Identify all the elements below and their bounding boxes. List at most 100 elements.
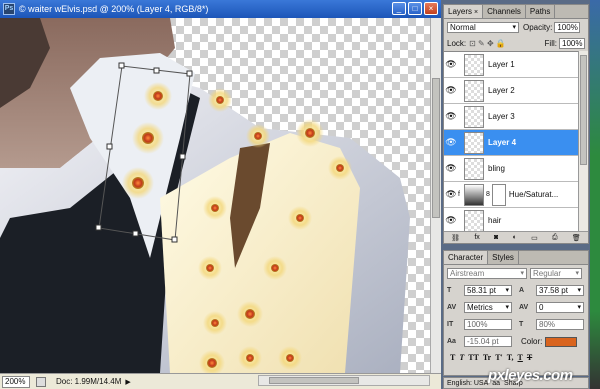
canvas-vertical-scrollbar[interactable] [430, 18, 441, 373]
layer-row[interactable]: 👁 bling [444, 156, 578, 182]
layer-name: Hue/Saturat... [508, 190, 559, 199]
eye-icon[interactable]: 👁 [444, 111, 458, 122]
eye-icon[interactable]: 👁 [444, 215, 458, 226]
layer-name: hair [488, 216, 502, 225]
tab-paths[interactable]: Paths [526, 5, 556, 18]
tab-channels[interactable]: Channels [483, 5, 526, 18]
layer-name: bling [488, 164, 505, 173]
photoshop-icon: Ps [3, 3, 15, 15]
chain-icon: 8 [486, 191, 490, 198]
kerning-row: AV Metrics AV 0 [444, 299, 588, 316]
zoom-field[interactable]: 200% [2, 375, 30, 388]
horizontal-scale-field[interactable]: 80% [536, 319, 584, 330]
tab-layers[interactable]: Layers × [444, 5, 484, 18]
font-row: Airstream Regular [444, 265, 588, 282]
document-window: Ps © waiter wElvis.psd @ 200% (Layer 4, … [0, 0, 441, 389]
all-caps-button[interactable]: TT [468, 353, 479, 362]
eye-icon[interactable]: 👁 [444, 163, 458, 174]
link-layers-icon[interactable]: ⛓ [451, 234, 460, 242]
layer-row-selected[interactable]: 👁 Layer 4 [444, 130, 578, 156]
tab-label: Styles [492, 253, 514, 262]
lock-icons[interactable]: ⊡ ✎ ✥ 🔒 [469, 39, 506, 48]
leading-icon: A [519, 287, 525, 294]
character-panel-tabs: Character Styles [444, 251, 588, 265]
eye-icon[interactable]: 👁 [444, 137, 458, 148]
font-style-select[interactable]: Regular [530, 268, 582, 279]
baseline-row: Aa -15.04 pt Color: [444, 333, 588, 350]
opacity-field[interactable]: 100% [554, 21, 581, 33]
tab-label: Channels [487, 7, 521, 16]
font-size-field[interactable]: 58.31 pt [464, 285, 512, 296]
font-size-icon: T [447, 287, 452, 294]
tab-label: Character [448, 253, 484, 262]
layer-row[interactable]: 👁 Layer 2 [444, 78, 578, 104]
close-button[interactable]: × [424, 2, 438, 15]
layer-style-icon[interactable]: fx [474, 234, 479, 241]
leading-field[interactable]: 37.58 pt [536, 285, 584, 296]
layers-scrollbar[interactable] [578, 51, 588, 231]
eye-icon[interactable]: 👁 [444, 85, 458, 96]
document-titlebar[interactable]: Ps © waiter wElvis.psd @ 200% (Layer 4, … [0, 0, 441, 18]
window-controls: _ □ × [392, 2, 438, 15]
fill-field[interactable]: 100% [559, 37, 585, 49]
strikethrough-button[interactable]: T [527, 353, 532, 362]
tab-label: Layers [448, 7, 473, 16]
text-color-swatch[interactable] [545, 336, 578, 347]
baseline-shift-field[interactable]: -15.04 pt [464, 336, 512, 347]
language-select[interactable]: English: USA [447, 380, 488, 387]
layer-thumbnail [464, 53, 484, 76]
blend-mode-select[interactable]: Normal [447, 21, 519, 33]
adjustment-layer-icon[interactable]: ◐ [513, 234, 517, 241]
minimize-button[interactable]: _ [392, 2, 406, 15]
baseline-shift-icon: Aa [447, 338, 456, 345]
small-caps-button[interactable]: Tr [483, 353, 491, 362]
layer-row[interactable]: 👁 Layer 3 [444, 104, 578, 130]
new-layer-icon[interactable]: ⎙ [552, 234, 558, 242]
eye-icon[interactable]: 👁 [444, 59, 458, 70]
status-info-icon[interactable] [36, 376, 46, 387]
mask-thumbnail [491, 183, 506, 206]
maximize-button[interactable]: □ [408, 2, 422, 15]
scroll-thumb[interactable] [580, 55, 587, 165]
opacity-label: Opacity: [523, 22, 553, 32]
tab-character[interactable]: Character [444, 251, 489, 264]
kerning-select[interactable]: Metrics [464, 302, 512, 313]
layers-panel: Layers× Channels Paths Normal Opacity: 1… [443, 4, 589, 244]
superscript-button[interactable]: T' [495, 353, 503, 362]
layer-list: 👁 Layer 1 👁 Layer 2 👁 Layer 3 👁 Layer 4 … [444, 51, 578, 231]
layer-thumbnail [464, 105, 484, 128]
fill-label: Fill: [544, 38, 557, 48]
trash-icon[interactable]: 🗑 [572, 234, 581, 242]
canvas-horizontal-scrollbar[interactable] [258, 375, 430, 386]
image-canvas[interactable] [0, 18, 430, 373]
text-style-buttons: T T TT Tr T' T, T T [444, 350, 588, 365]
font-family-select[interactable]: Airstream [447, 268, 527, 279]
faux-italic-button[interactable]: T [459, 353, 464, 362]
scroll-thumb[interactable] [432, 78, 440, 218]
blend-row: Normal Opacity: 100% [444, 19, 588, 35]
close-icon[interactable]: × [474, 9, 478, 16]
tracking-select[interactable]: 0 [536, 302, 584, 313]
layer-name: Layer 1 [488, 60, 515, 69]
eye-icon[interactable]: 👁 [444, 189, 458, 200]
faux-bold-button[interactable]: T [450, 353, 455, 362]
underline-button[interactable]: T [518, 353, 523, 362]
adjustment-thumbnail [464, 183, 484, 206]
layer-name: Layer 4 [488, 138, 517, 147]
vertical-scale-field[interactable]: 100% [464, 319, 512, 330]
layer-row[interactable]: 👁 hair [444, 208, 578, 231]
layer-thumbnail [464, 157, 484, 180]
new-group-icon[interactable]: ▭ [531, 234, 538, 242]
tracking-icon: AV [519, 304, 529, 311]
add-mask-icon[interactable]: ◙ [494, 234, 498, 241]
scale-row: IT 100% T 80% [444, 316, 588, 333]
tab-styles[interactable]: Styles [488, 251, 519, 264]
scroll-thumb[interactable] [269, 377, 359, 384]
layer-name: Layer 3 [488, 112, 515, 121]
desktop-background [590, 0, 600, 389]
subscript-button[interactable]: T, [507, 353, 514, 362]
lock-row: Lock: ⊡ ✎ ✥ 🔒 Fill: 100% [444, 35, 588, 51]
layer-row[interactable]: 👁 f 8 Hue/Saturat... [444, 182, 578, 208]
status-menu-arrow-icon[interactable]: ▶ [125, 378, 130, 386]
layer-row[interactable]: 👁 Layer 1 [444, 52, 578, 78]
